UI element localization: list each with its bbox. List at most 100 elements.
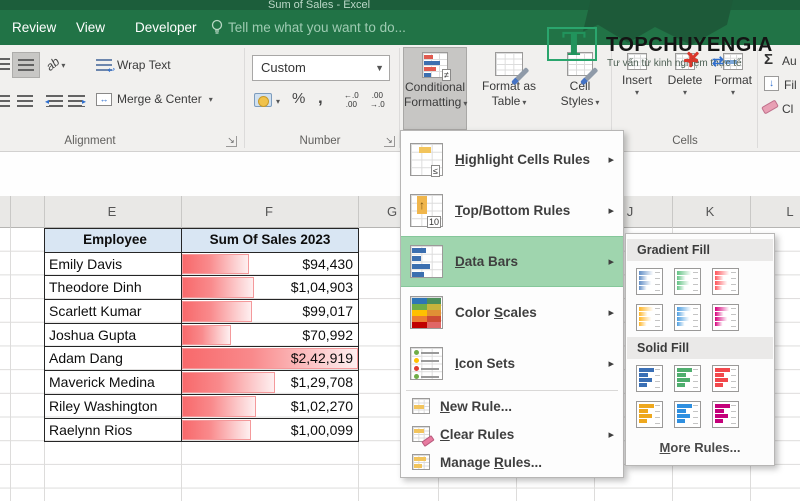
sales-cell[interactable]: $70,992 bbox=[182, 324, 359, 348]
gradient-orange-data-bar[interactable] bbox=[636, 304, 663, 331]
employee-cell[interactable]: Emily Davis bbox=[45, 253, 182, 277]
gradient-green-data-bar[interactable] bbox=[674, 268, 701, 295]
align-top-button[interactable] bbox=[0, 53, 10, 77]
column-header-g[interactable]: G bbox=[387, 196, 397, 228]
cell-styles-label2: Styles bbox=[550, 94, 610, 110]
column-header-e[interactable]: E bbox=[108, 196, 117, 228]
window-title: Sum of Sales - Excel bbox=[268, 0, 370, 10]
sales-cell[interactable]: $94,430 bbox=[182, 253, 359, 277]
tell-me-search[interactable]: Tell me what you want to do... bbox=[228, 10, 406, 45]
align-left-button[interactable] bbox=[0, 90, 10, 114]
employee-cell[interactable]: Maverick Medina bbox=[45, 371, 182, 395]
header-sum-of-sales[interactable]: Sum Of Sales 2023 bbox=[182, 229, 359, 253]
align-center-button[interactable] bbox=[12, 90, 40, 114]
solid-purple-data-bar[interactable] bbox=[712, 401, 739, 428]
gradient-red-data-bar[interactable] bbox=[712, 268, 739, 295]
sales-cell[interactable]: $1,02,270 bbox=[182, 395, 359, 419]
employee-cell[interactable]: Scarlett Kumar bbox=[45, 300, 182, 324]
employee-cell[interactable]: Adam Dang bbox=[45, 347, 182, 371]
gradient-purple-data-bar[interactable] bbox=[712, 304, 739, 331]
number-format-value: Custom bbox=[261, 60, 306, 75]
menu-item-clear-rules[interactable]: Clear Rules bbox=[401, 420, 623, 448]
number-format-select[interactable]: Custom ▼ bbox=[252, 55, 390, 81]
tab-developer[interactable]: Developer bbox=[135, 10, 197, 45]
sales-cell[interactable]: $2,42,919 bbox=[182, 347, 359, 371]
accounting-format-button[interactable] bbox=[254, 93, 272, 107]
solid-green-data-bar[interactable] bbox=[674, 365, 701, 392]
gradient-lightblue-data-bar[interactable] bbox=[674, 304, 701, 331]
employee-cell[interactable]: Riley Washington bbox=[45, 395, 182, 419]
excel-window: Sum of Sales - Excel Review View Develop… bbox=[0, 0, 800, 501]
table-row: Raelynn Rios $1,00,099 bbox=[45, 419, 359, 443]
employee-cell[interactable]: Theodore Dinh bbox=[45, 276, 182, 300]
sales-cell[interactable]: $1,00,099 bbox=[182, 419, 359, 443]
autosum-label: Au bbox=[782, 54, 797, 68]
sales-value: $1,02,270 bbox=[291, 395, 353, 417]
merge-center-button[interactable]: ↔ Merge & Center bbox=[96, 92, 213, 107]
menu-item-label: Top/Bottom Rules bbox=[455, 203, 570, 218]
menu-item-label: Manage Rules... bbox=[440, 455, 542, 470]
tab-view[interactable]: View bbox=[76, 10, 105, 45]
menu-item-label: Data Bars bbox=[455, 254, 518, 269]
wrap-text-button[interactable]: Wrap Text bbox=[96, 58, 171, 73]
table-header-row: Employee Sum Of Sales 2023 bbox=[45, 229, 359, 253]
sales-value: $1,04,903 bbox=[291, 276, 353, 298]
conditional-formatting-button[interactable]: ≠ Conditional Formatting bbox=[403, 47, 467, 130]
menu-item-highlight-cells-rules[interactable]: ≤ Highlight Cells Rules bbox=[401, 134, 623, 185]
table-row: Theodore Dinh $1,04,903 bbox=[45, 276, 359, 300]
new-rule-icon bbox=[412, 398, 430, 414]
sales-value: $70,992 bbox=[302, 324, 353, 346]
menu-item-top-bottom-rules[interactable]: ↑ 10 Top/Bottom Rules bbox=[401, 185, 623, 236]
employee-cell[interactable]: Joshua Gupta bbox=[45, 324, 182, 348]
sales-cell[interactable]: $1,04,903 bbox=[182, 276, 359, 300]
sales-cell[interactable]: $1,29,708 bbox=[182, 371, 359, 395]
data-bar bbox=[182, 254, 249, 275]
align-middle-button[interactable] bbox=[12, 52, 40, 78]
decrease-decimal-button[interactable]: .00 →.0 bbox=[370, 91, 385, 109]
format-caret-icon: ▾ bbox=[710, 88, 756, 97]
alignment-group-label: Alignment bbox=[35, 135, 145, 147]
menu-item-data-bars[interactable]: Data Bars bbox=[401, 236, 623, 287]
employee-cell[interactable]: Raelynn Rios bbox=[45, 419, 182, 443]
clear-rules-icon bbox=[412, 426, 430, 442]
menu-item-label: Color Scales bbox=[455, 305, 537, 320]
orientation-button[interactable]: ab bbox=[46, 55, 65, 73]
increase-decimal-button[interactable]: ←.0 .00 bbox=[344, 91, 359, 109]
cells-group-label: Cells bbox=[640, 135, 730, 147]
alignment-dialog-launcher[interactable]: ↘ bbox=[226, 136, 237, 147]
column-header-l[interactable]: L bbox=[786, 196, 793, 228]
format-as-table-button[interactable]: Format as Table bbox=[472, 47, 546, 130]
table-row: Maverick Medina $1,29,708 bbox=[45, 371, 359, 395]
sales-table: Employee Sum Of Sales 2023 Emily Davis $… bbox=[44, 228, 359, 442]
comma-style-button[interactable]: , bbox=[318, 88, 323, 108]
number-dialog-launcher[interactable]: ↘ bbox=[384, 136, 395, 147]
gradient-blue-data-bar[interactable] bbox=[636, 268, 663, 295]
header-employee[interactable]: Employee bbox=[45, 229, 182, 253]
increase-indent-button[interactable]: ▸ bbox=[68, 95, 85, 108]
solid-blue-data-bar[interactable] bbox=[636, 365, 663, 392]
solid-orange-data-bar[interactable] bbox=[636, 401, 663, 428]
fill-icon[interactable]: ↓ bbox=[764, 76, 779, 91]
red-x-icon bbox=[684, 53, 700, 69]
column-header-j[interactable]: J bbox=[627, 196, 634, 228]
menu-item-new-rule[interactable]: New Rule... bbox=[401, 392, 623, 420]
more-rules-item[interactable]: More Rules... bbox=[626, 440, 774, 455]
menu-item-label: New Rule... bbox=[440, 399, 512, 414]
column-header-f[interactable]: F bbox=[265, 196, 273, 228]
menu-item-color-scales[interactable]: Color Scales bbox=[401, 287, 623, 338]
format-as-table-label2: Table bbox=[472, 94, 546, 110]
gradient-fill-header: Gradient Fill bbox=[627, 239, 773, 261]
percent-style-button[interactable]: % bbox=[292, 90, 305, 107]
solid-red-data-bar[interactable] bbox=[712, 365, 739, 392]
tab-review[interactable]: Review bbox=[12, 10, 56, 45]
table-row: Adam Dang $2,42,919 bbox=[45, 347, 359, 371]
menu-item-label: Icon Sets bbox=[455, 356, 515, 371]
decrease-indent-button[interactable]: ◂ bbox=[46, 95, 63, 108]
solid-lightblue-data-bar[interactable] bbox=[674, 401, 701, 428]
clear-icon[interactable] bbox=[761, 100, 779, 115]
menu-item-icon-sets[interactable]: Icon Sets bbox=[401, 338, 623, 389]
sales-cell[interactable]: $99,017 bbox=[182, 300, 359, 324]
column-header-k[interactable]: K bbox=[706, 196, 715, 228]
icon-sets-icon bbox=[410, 347, 443, 380]
menu-item-manage-rules[interactable]: Manage Rules... bbox=[401, 448, 623, 476]
